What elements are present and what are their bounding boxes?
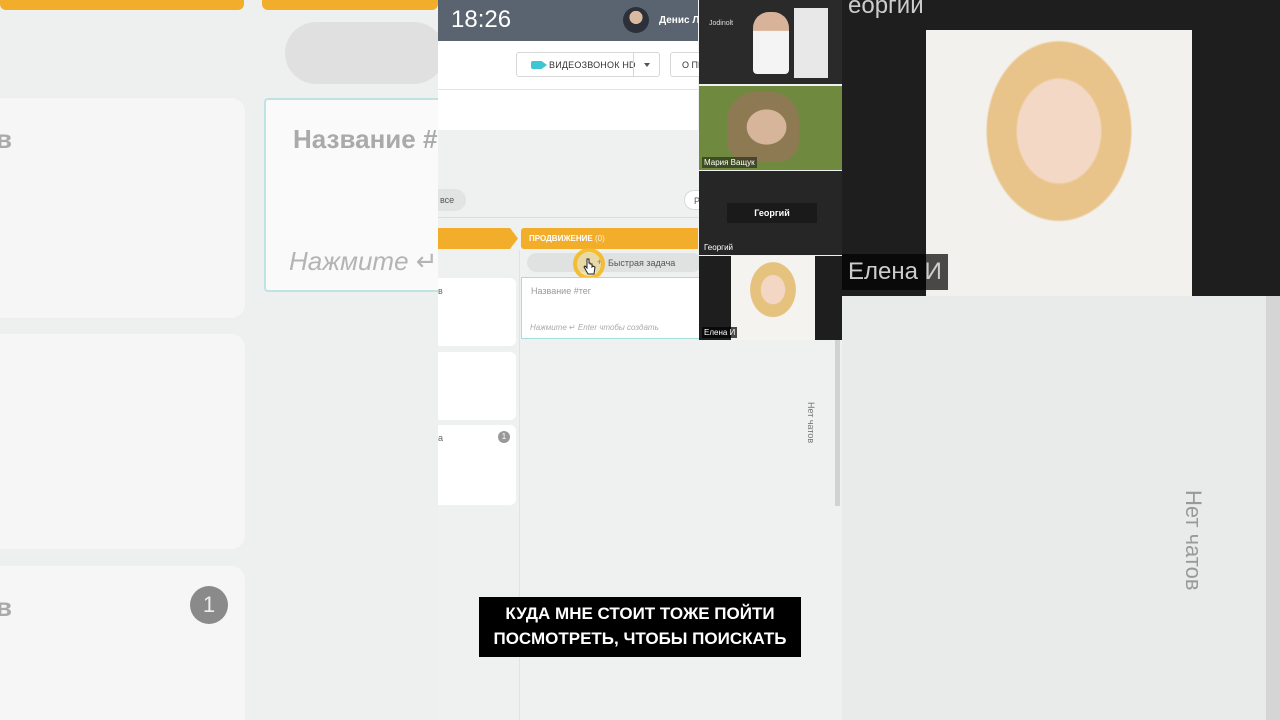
- bg-participant-photo: [926, 30, 1192, 296]
- clock-time: 18:26: [451, 6, 512, 33]
- bg-count-badge: 1: [190, 586, 228, 624]
- header-band: [438, 90, 698, 130]
- task-card[interactable]: [438, 352, 516, 420]
- no-chats-label: Нет чатов: [806, 402, 816, 444]
- bg-new-task-title: Название #: [293, 124, 438, 154]
- task-card[interactable]: в: [438, 278, 516, 346]
- bg-participant-label: еоргий: [848, 0, 924, 19]
- participant-placeholder: Георгий: [727, 203, 817, 223]
- new-task-card[interactable]: Название #тег Нажмите ↵ Enter чтобы созд…: [521, 277, 701, 339]
- bg-participant-name: Елена И: [842, 254, 948, 290]
- participant-name: Елена И: [702, 327, 738, 338]
- participant-name: Георгий: [704, 243, 733, 252]
- status-bar: 18:26 Денис Ло: [438, 0, 705, 41]
- participant-video: [731, 256, 815, 340]
- task-card[interactable]: а 1: [438, 425, 516, 505]
- bg-column-header: [262, 0, 438, 10]
- participant-tile[interactable]: Георгий Георгий: [699, 171, 842, 255]
- participant-tile[interactable]: Jodinolt: [699, 0, 842, 84]
- participant-tile[interactable]: Мария Ващук: [699, 86, 842, 170]
- quick-task-label: Быстрая задача: [608, 258, 676, 268]
- bg-scrollbar: [1266, 296, 1280, 720]
- new-task-name-placeholder: Название #тег: [531, 286, 592, 296]
- chevron-down-icon[interactable]: [633, 53, 659, 76]
- bg-task-card: [0, 98, 245, 318]
- filter-all-button[interactable]: все: [438, 189, 466, 211]
- divider: [438, 217, 698, 218]
- bg-column-header: [0, 0, 244, 10]
- video-camera-icon: [531, 60, 547, 69]
- main-view: 18:26 Денис Ло ВИДЕОЗВОНОК HD О ПР все Р…: [438, 0, 842, 720]
- background-left-blur: в в Название # Нажмите ↵ 1: [0, 0, 438, 720]
- column-count: (0): [595, 234, 605, 243]
- participant-name: Мария Ващук: [702, 157, 757, 168]
- task-card-title: в: [438, 286, 443, 296]
- new-task-hint: Нажмите ↵ Enter чтобы создать: [530, 323, 659, 332]
- quick-task-button[interactable]: + Быстрая задача: [527, 253, 702, 272]
- studio-logo: Jodinolt: [709, 20, 734, 27]
- column-title: ПРОДВИЖЕНИЕ (0): [529, 234, 605, 243]
- task-card-title: а: [438, 433, 444, 443]
- background-right-blur: еоргий Елена И Нет чатов: [842, 0, 1280, 720]
- video-call-button[interactable]: ВИДЕОЗВОНОК HD: [516, 52, 660, 77]
- subtitle-line: КУДА МНЕ СТОИТ ТОЖЕ ПОЙТИ: [505, 604, 775, 623]
- bg-task-card: [0, 334, 245, 549]
- whiteboard: [794, 8, 828, 78]
- bg-card-letter: в: [0, 124, 12, 154]
- chat-scrollbar[interactable]: [835, 340, 840, 506]
- column-header-promotion[interactable]: ПРОДВИЖЕНИЕ (0): [521, 228, 698, 249]
- comment-count-badge: 1: [498, 431, 510, 443]
- participant-tile[interactable]: Елена И: [699, 256, 842, 340]
- column-header-previous: [438, 228, 518, 249]
- participant-video: [753, 12, 789, 74]
- video-frame: в в Название # Нажмите ↵ 1 еоргий Елена …: [0, 0, 1280, 720]
- bg-no-chats-label: Нет чатов: [1181, 490, 1206, 591]
- subtitle-line: ПОСМОТРЕТЬ, ЧТОБЫ ПОИСКАТЬ: [493, 629, 787, 648]
- subtitle-caption: КУДА МНЕ СТОИТ ТОЖЕ ПОЙТИ ПОСМОТРЕТЬ, ЧТ…: [479, 597, 801, 657]
- bg-quick-task-pill: [285, 22, 438, 84]
- video-call-label: ВИДЕОЗВОНОК HD: [549, 59, 636, 70]
- top-toolbar: ВИДЕОЗВОНОК HD О ПР: [438, 41, 710, 90]
- avatar[interactable]: [623, 7, 649, 33]
- hand-cursor-icon: [583, 258, 596, 275]
- bg-new-task-hint: Нажмите ↵: [289, 246, 438, 276]
- participant-video: [727, 92, 799, 162]
- bg-card-letter: в: [0, 592, 12, 622]
